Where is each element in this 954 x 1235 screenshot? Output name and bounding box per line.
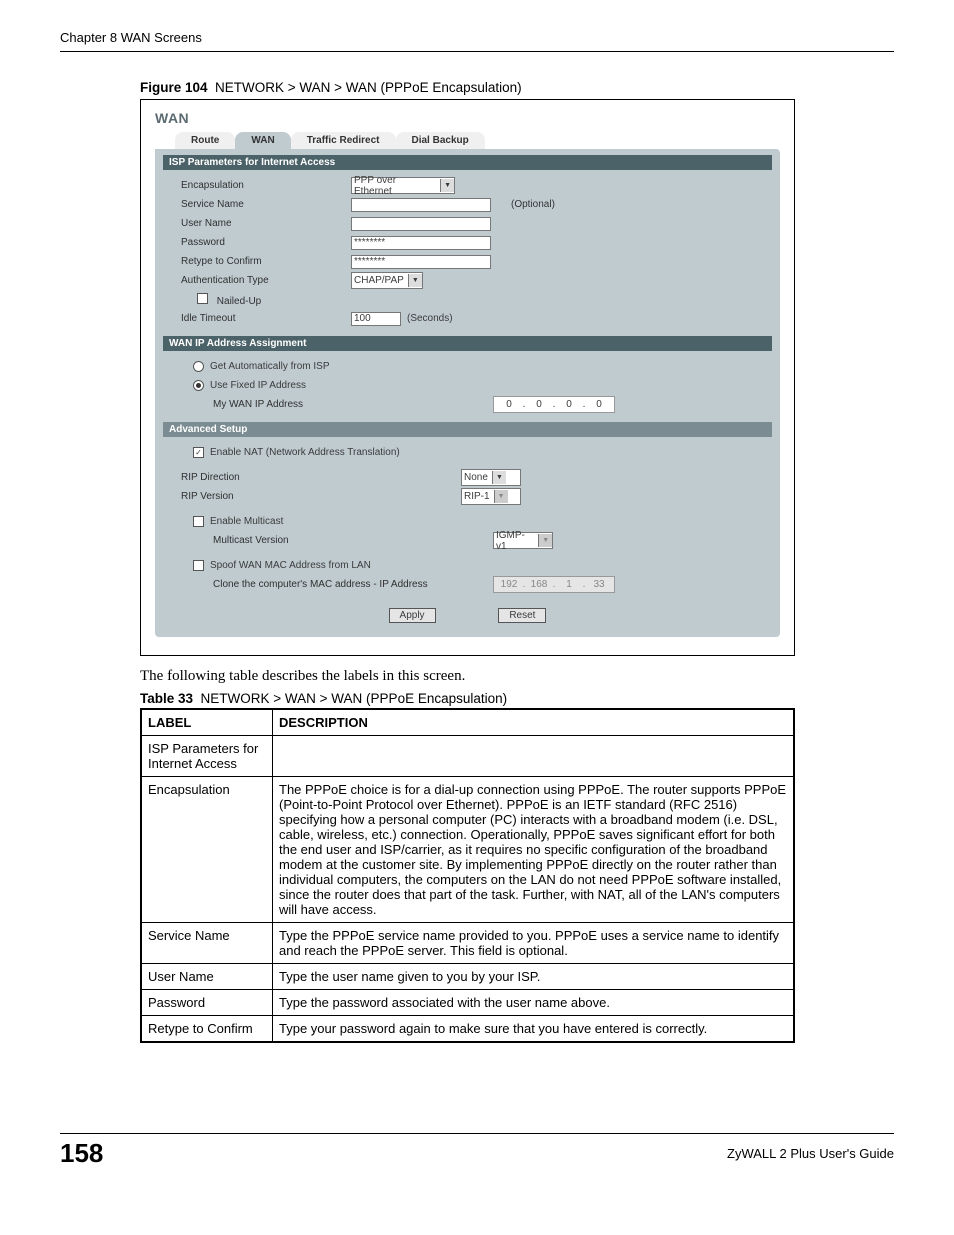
figure-caption: Figure 104 NETWORK > WAN > WAN (PPPoE En… [140, 80, 894, 95]
chevron-down-icon: ▼ [492, 471, 506, 484]
page-number: 158 [60, 1138, 103, 1169]
screenshot-figure: WAN Route WAN Traffic Redirect Dial Back… [140, 99, 795, 656]
page-footer: 158 ZyWALL 2 Plus User's Guide [60, 1133, 894, 1169]
enable-multicast-checkbox[interactable] [193, 516, 204, 527]
form-panel: ISP Parameters for Internet Access Encap… [155, 149, 780, 637]
table-title: NETWORK > WAN > WAN (PPPoE Encapsulation… [201, 691, 508, 706]
figure-label: Figure 104 [140, 80, 208, 95]
encapsulation-label: Encapsulation [181, 180, 351, 191]
password-label: Password [181, 237, 351, 248]
use-fixed-label: Use Fixed IP Address [210, 380, 306, 391]
enable-nat-label: Enable NAT (Network Address Translation) [210, 447, 400, 458]
wan-ip-section-header: WAN IP Address Assignment [163, 336, 772, 351]
multicast-version-select[interactable]: IGMP-v1▼ [493, 532, 553, 549]
service-name-label: Service Name [181, 199, 351, 210]
reset-button[interactable]: Reset [498, 608, 546, 623]
user-name-label: User Name [181, 218, 351, 229]
body-text: The following table describes the labels… [140, 668, 894, 685]
tab-route[interactable]: Route [175, 132, 235, 149]
isp-section-header: ISP Parameters for Internet Access [163, 155, 772, 170]
nailed-up-checkbox[interactable] [197, 293, 208, 304]
table-row: Service Name Type the PPPoE service name… [141, 923, 794, 964]
get-auto-label: Get Automatically from ISP [210, 361, 330, 372]
rip-direction-select[interactable]: None▼ [461, 469, 521, 486]
th-label: LABEL [141, 709, 273, 736]
clone-mac-label: Clone the computer's MAC address - IP Ad… [181, 579, 493, 590]
auth-type-label: Authentication Type [181, 275, 351, 286]
get-auto-radio[interactable] [193, 361, 204, 372]
multicast-version-label: Multicast Version [181, 535, 493, 546]
chevron-down-icon: ▼ [408, 274, 422, 287]
rip-version-select[interactable]: RIP-1▼ [461, 488, 521, 505]
idle-timeout-unit: (Seconds) [407, 313, 453, 324]
table-row: Retype to Confirm Type your password aga… [141, 1016, 794, 1043]
use-fixed-radio[interactable] [193, 380, 204, 391]
figure-title: NETWORK > WAN > WAN (PPPoE Encapsulation… [215, 80, 522, 95]
retype-label: Retype to Confirm [181, 256, 351, 267]
chapter-header: Chapter 8 WAN Screens [60, 30, 894, 52]
rip-version-label: RIP Version [181, 491, 461, 502]
optional-note: (Optional) [511, 199, 555, 210]
spoof-mac-checkbox[interactable] [193, 560, 204, 571]
table-row: Password Type the password associated wi… [141, 990, 794, 1016]
spoof-mac-label: Spoof WAN MAC Address from LAN [210, 560, 371, 571]
chevron-down-icon: ▼ [440, 179, 454, 192]
clone-mac-ip-input[interactable]: 192. 168. 1. 33 [493, 576, 615, 593]
idle-timeout-input[interactable]: 100 [351, 312, 401, 326]
nailed-up-label: Nailed-Up [217, 296, 261, 307]
retype-input[interactable]: ******** [351, 255, 491, 269]
tab-dial-backup[interactable]: Dial Backup [396, 132, 485, 149]
description-table: LABEL DESCRIPTION ISP Parameters for Int… [140, 708, 795, 1043]
table-row: ISP Parameters for Internet Access [141, 736, 794, 777]
password-input[interactable]: ******** [351, 236, 491, 250]
nailed-up-row: Nailed-Up [181, 293, 367, 307]
table-label: Table 33 [140, 691, 193, 706]
chevron-down-icon: ▼ [538, 534, 552, 547]
rip-direction-label: RIP Direction [181, 472, 461, 483]
enable-multicast-label: Enable Multicast [210, 516, 283, 527]
chevron-down-icon: ▼ [494, 490, 508, 503]
table-row: Encapsulation The PPPoE choice is for a … [141, 777, 794, 923]
th-description: DESCRIPTION [273, 709, 795, 736]
idle-timeout-label: Idle Timeout [181, 313, 351, 324]
guide-name: ZyWALL 2 Plus User's Guide [727, 1146, 894, 1161]
table-caption: Table 33 NETWORK > WAN > WAN (PPPoE Enca… [140, 691, 894, 706]
table-row: User Name Type the user name given to yo… [141, 964, 794, 990]
tab-traffic-redirect[interactable]: Traffic Redirect [291, 132, 396, 149]
tab-wan[interactable]: WAN [235, 132, 290, 149]
encapsulation-select[interactable]: PPP over Ethernet▼ [351, 177, 455, 194]
my-wan-ip-label: My WAN IP Address [181, 399, 493, 410]
tabs: Route WAN Traffic Redirect Dial Backup [155, 132, 780, 149]
enable-nat-checkbox[interactable]: ✓ [193, 447, 204, 458]
auth-type-select[interactable]: CHAP/PAP▼ [351, 272, 423, 289]
screen-title: WAN [155, 110, 780, 126]
apply-button[interactable]: Apply [389, 608, 436, 623]
user-name-input[interactable] [351, 217, 491, 231]
service-name-input[interactable] [351, 198, 491, 212]
my-wan-ip-input[interactable]: 0. 0. 0. 0 [493, 396, 615, 413]
advanced-section-header: Advanced Setup [163, 422, 772, 437]
